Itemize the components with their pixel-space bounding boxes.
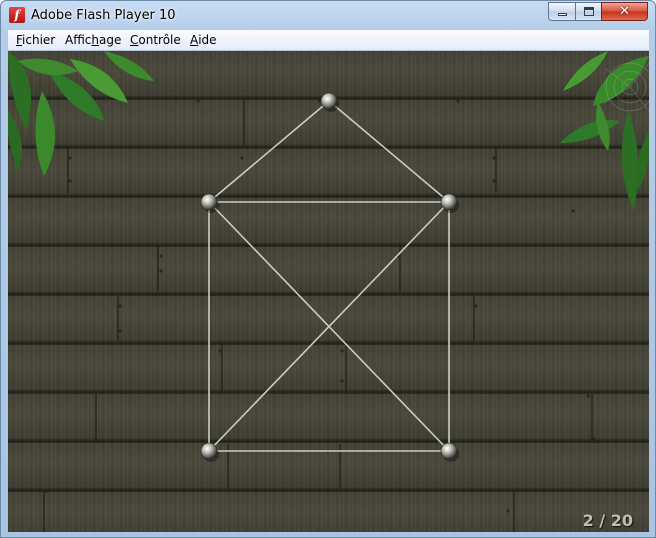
menu-accesskey: h: [91, 33, 100, 47]
flash-player-window: f Adobe Flash Player 10 ✕ Fichier Affich…: [0, 0, 656, 538]
flash-player-icon: f: [9, 7, 25, 23]
pin-top[interactable]: [320, 92, 339, 112]
menu-label-post: ide: [198, 33, 217, 47]
string-lines: [208, 100, 450, 452]
leaves-top-right: [560, 51, 649, 211]
window-title: Adobe Flash Player 10: [31, 8, 176, 23]
close-button[interactable]: ✕: [601, 2, 648, 21]
menu-accesskey: A: [190, 33, 199, 47]
menu-label-post: ichier: [22, 33, 56, 47]
menu-bar: Fichier Affichage Contrôle Aide: [8, 30, 649, 51]
pins: [200, 92, 459, 462]
maximize-icon: [584, 7, 594, 16]
game-board: [8, 51, 649, 532]
minimize-button[interactable]: [548, 2, 576, 21]
pin-lower-left[interactable]: [200, 442, 219, 462]
game-stage[interactable]: 2 / 20: [8, 51, 649, 532]
pin-lower-right[interactable]: [440, 442, 459, 462]
leaves-top-left: [8, 51, 154, 176]
string-top-upperleft: [208, 100, 330, 203]
menu-label-post: ontrôle: [138, 33, 181, 47]
title-bar[interactable]: f Adobe Flash Player 10 ✕: [1, 1, 655, 31]
pin-upper-right[interactable]: [440, 193, 459, 213]
menu-aide[interactable]: Aide: [190, 33, 217, 47]
menu-label-post: age: [99, 33, 122, 47]
maximize-button[interactable]: [575, 2, 602, 21]
menu-label-pre: Affic: [65, 33, 92, 47]
level-counter: 2 / 20: [582, 511, 633, 530]
minimize-icon: [558, 13, 567, 16]
menu-controle[interactable]: Contrôle: [130, 33, 181, 47]
close-icon: ✕: [619, 4, 630, 19]
string-top-upperright: [328, 100, 450, 203]
menu-affichage[interactable]: Affichage: [65, 33, 121, 47]
menu-fichier[interactable]: Fichier: [16, 33, 55, 47]
